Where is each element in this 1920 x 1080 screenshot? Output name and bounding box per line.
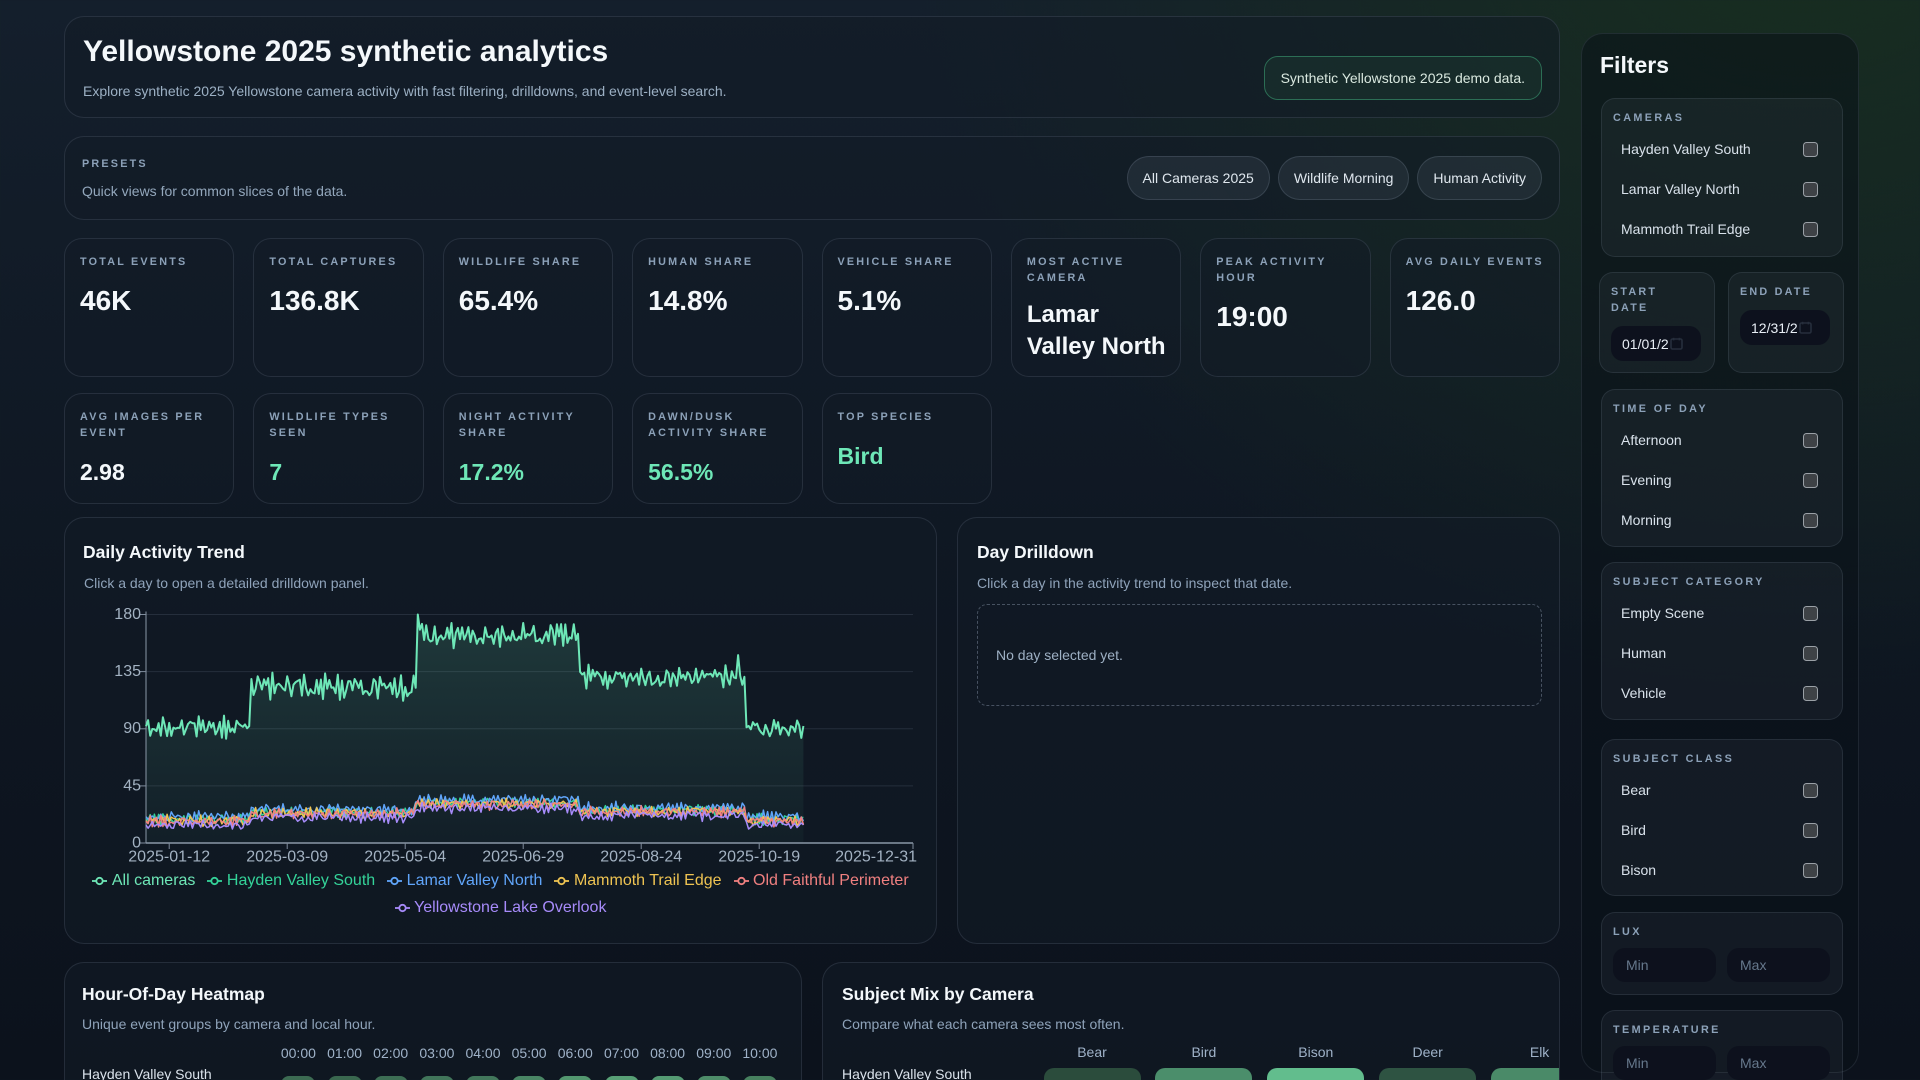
svg-text:180: 180 — [114, 606, 141, 623]
svg-text:2025-08-24: 2025-08-24 — [600, 849, 682, 866]
svg-text:2025-12-31: 2025-12-31 — [835, 849, 917, 866]
svg-text:90: 90 — [123, 720, 141, 737]
svg-text:2025-06-29: 2025-06-29 — [482, 849, 564, 866]
svg-text:2025-03-09: 2025-03-09 — [246, 849, 328, 866]
svg-text:2025-01-12: 2025-01-12 — [128, 849, 210, 866]
svg-text:2025-10-19: 2025-10-19 — [718, 849, 800, 866]
svg-text:2025-05-04: 2025-05-04 — [364, 849, 446, 866]
svg-text:45: 45 — [123, 777, 141, 794]
svg-text:135: 135 — [114, 663, 141, 680]
